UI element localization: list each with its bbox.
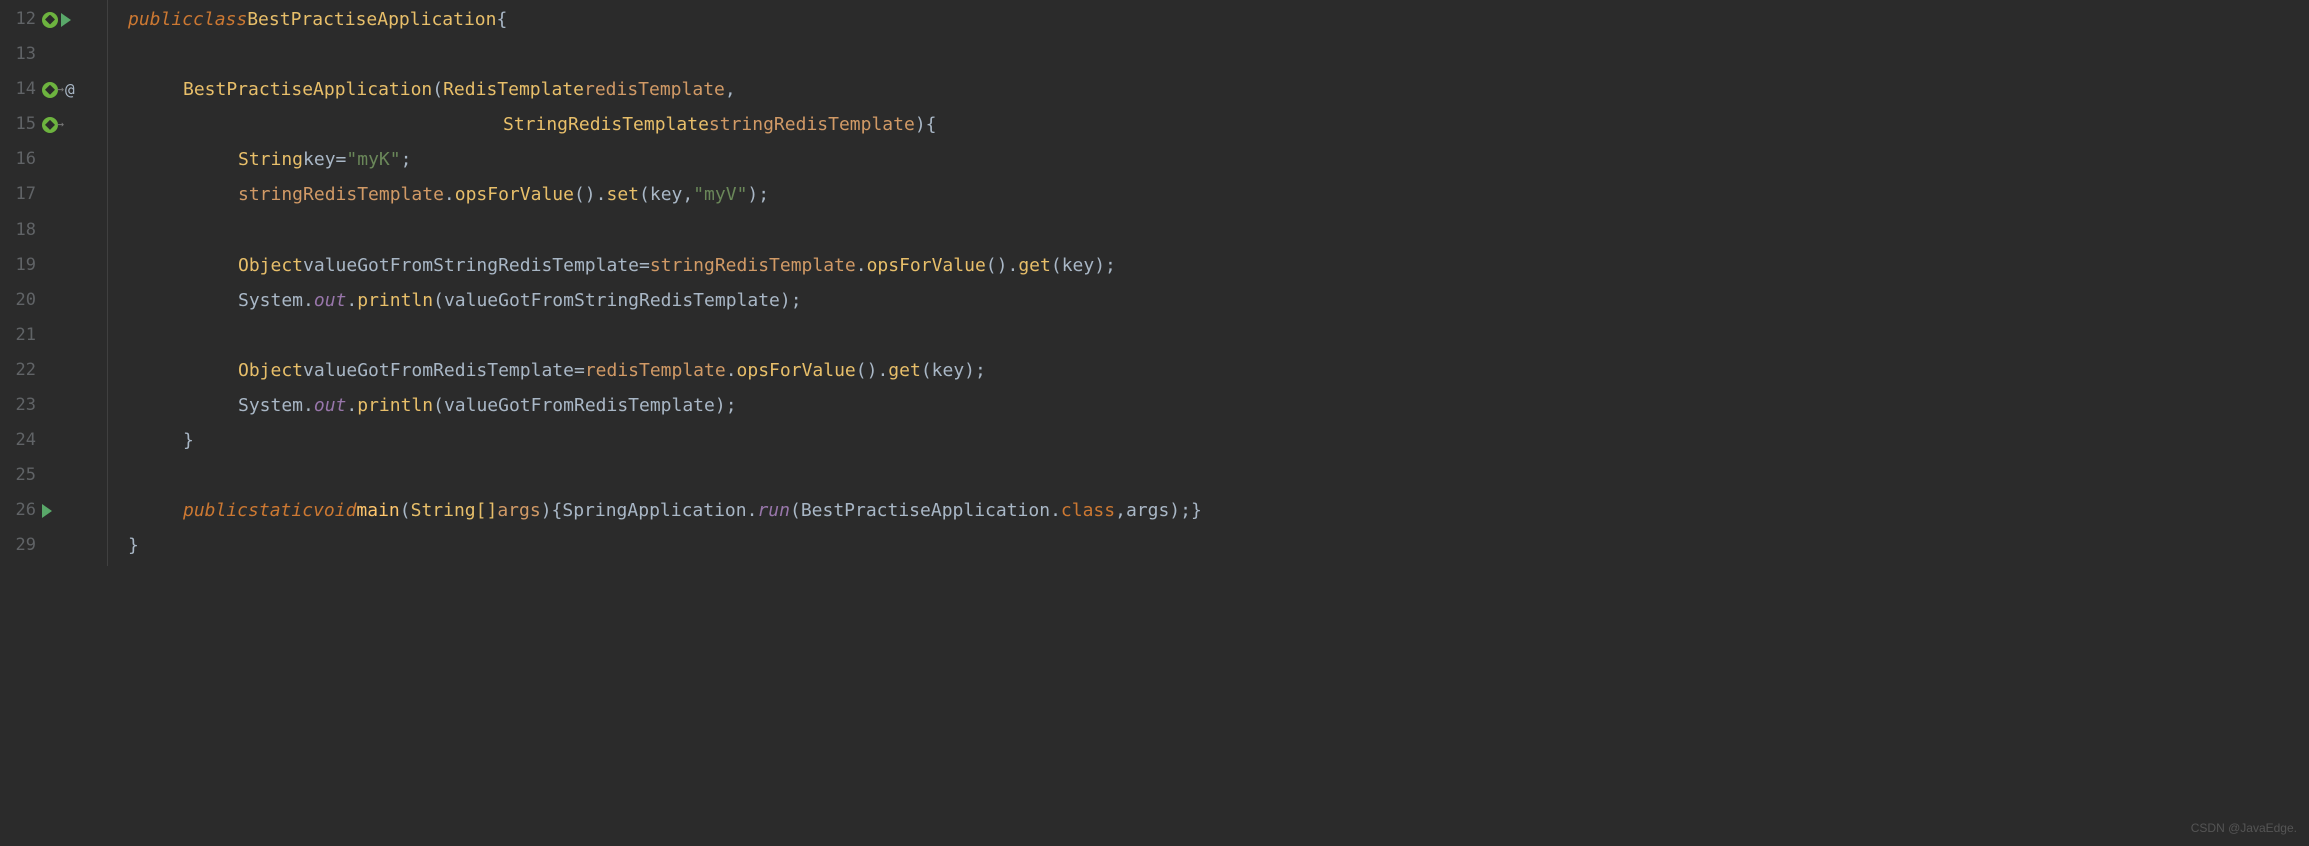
line-number: 14 [0,73,36,106]
code-area[interactable]: public class BestPractiseApplication { B… [108,0,2309,566]
line-number: 23 [0,389,36,422]
gutter-line-12: 12 [0,2,100,37]
gutter-line-15: 15 → [0,107,100,142]
line-number: 29 [0,529,36,562]
code-line: Object valueGotFromStringRedisTemplate =… [128,248,2309,283]
line-number: 22 [0,354,36,387]
code-line: Object valueGotFromRedisTemplate = redis… [128,353,2309,388]
code-line: } [128,423,2309,458]
spring-bean-icon[interactable]: → [42,82,58,98]
code-line: StringRedisTemplate stringRedisTemplate … [128,107,2309,142]
code-line: public static void main ( String[] args … [128,493,2309,528]
code-line: String key = "myK" ; [128,142,2309,177]
code-line: System . out . println ( valueGotFromRed… [128,388,2309,423]
line-number: 15 [0,108,36,141]
line-number: 24 [0,424,36,457]
gutter-line-14: 14 → @ [0,72,100,107]
code-line: System . out . println ( valueGotFromStr… [128,283,2309,318]
code-line [128,37,2309,72]
watermark: CSDN @JavaEdge. [2191,817,2297,840]
run-icon[interactable] [42,504,52,518]
run-icon[interactable] [61,13,71,27]
spring-icon[interactable] [42,12,58,28]
line-number: 19 [0,249,36,282]
line-number: 13 [0,38,36,71]
code-editor[interactable]: 12 13 14 → @ 15 → 16 17 [0,0,2309,566]
line-number: 16 [0,143,36,176]
at-icon: @ [65,74,75,105]
line-number: 12 [0,3,36,36]
code-margin [100,0,108,566]
line-number: 20 [0,284,36,317]
code-line: BestPractiseApplication ( RedisTemplate … [128,72,2309,107]
gutter-line-26: 26 [0,493,100,528]
line-number: 18 [0,214,36,247]
line-number: 17 [0,178,36,211]
line-number: 26 [0,494,36,527]
code-line [128,458,2309,493]
spring-bean-icon[interactable]: → [42,117,58,133]
line-number: 21 [0,319,36,352]
code-line: stringRedisTemplate . opsForValue () . s… [128,177,2309,212]
code-line [128,318,2309,353]
code-line: } [128,528,2309,563]
line-number: 25 [0,459,36,492]
gutter: 12 13 14 → @ 15 → 16 17 [0,0,100,566]
code-line [128,213,2309,248]
code-line: public class BestPractiseApplication { [128,2,2309,37]
